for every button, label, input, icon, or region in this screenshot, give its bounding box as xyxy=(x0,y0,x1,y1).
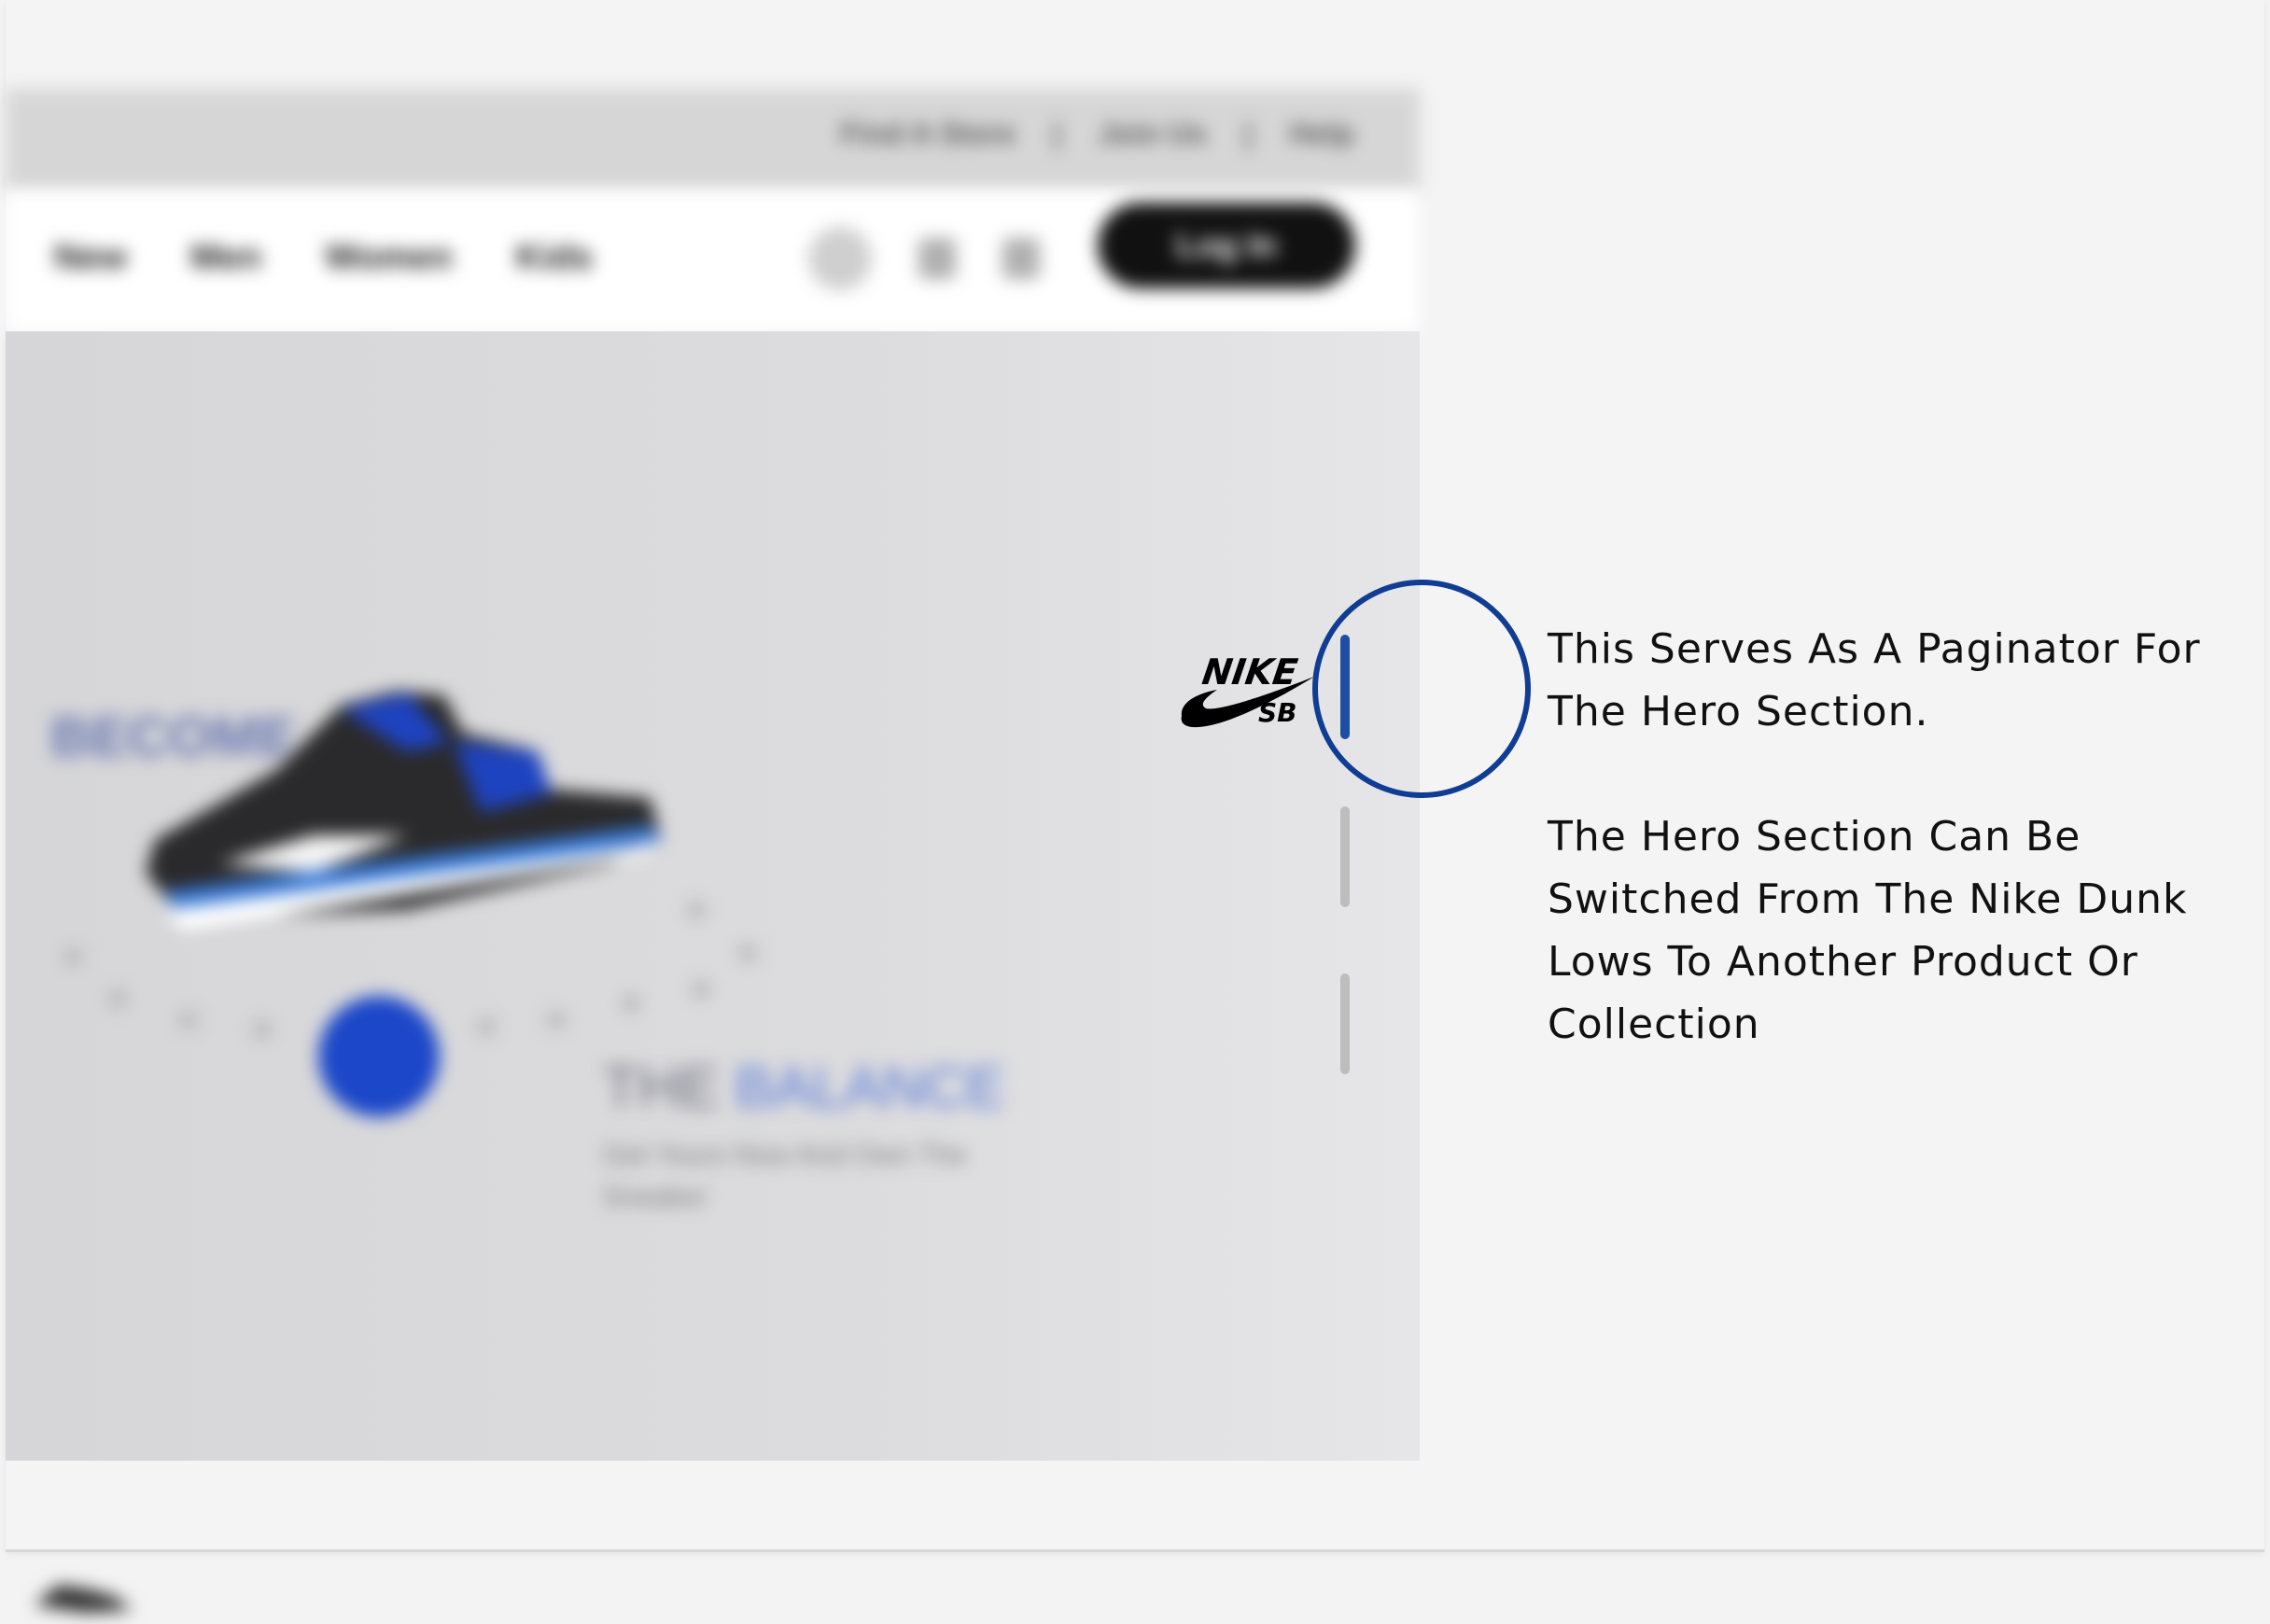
help-link[interactable]: Help xyxy=(1290,117,1354,151)
hero-subtitle: Get Yours Now And Own The Sneaker xyxy=(603,1140,967,1212)
nav-links: New Men Women Kids xyxy=(54,238,593,278)
nav-new[interactable]: New xyxy=(54,238,127,278)
nav-men[interactable]: Men xyxy=(190,238,261,278)
paginator-page-3[interactable] xyxy=(1340,973,1350,1074)
separator: | xyxy=(1053,117,1062,150)
website-mockup: Find A Store | Join Us | Help New Men Wo… xyxy=(6,89,1420,1613)
annotation-text: This Serves As A Paginator For The Hero … xyxy=(1548,618,2238,1056)
nav-kids[interactable]: Kids xyxy=(516,238,593,278)
svg-text:NIKE: NIKE xyxy=(1199,652,1299,693)
nav-icons xyxy=(808,227,1040,290)
heart-icon[interactable] xyxy=(1002,238,1040,279)
utility-links: Find A Store | Join Us | Help xyxy=(840,117,1354,151)
hero-section: BECOME THE BALANCE Get Yours Now And Own… xyxy=(6,331,1420,1613)
bag-icon[interactable] xyxy=(918,238,956,279)
annotation-switch-note: The Hero Section Can Be Switched From Th… xyxy=(1548,813,2188,1048)
sneaker-image xyxy=(146,691,664,931)
utility-bar: Find A Store | Join Us | Help xyxy=(6,89,1420,191)
login-button[interactable]: Log In xyxy=(1098,203,1355,288)
join-us-link[interactable]: Join Us xyxy=(1099,117,1207,151)
add-to-cart-button[interactable] xyxy=(318,996,440,1117)
search-icon[interactable] xyxy=(808,227,872,290)
hero-balance-title: THE BALANCE xyxy=(603,1056,1005,1120)
annotation-paginator-note: This Serves As A Paginator For The Hero … xyxy=(1548,625,2201,735)
paginator-highlight-circle xyxy=(1312,580,1531,798)
nike-swoosh-icon: NIKE SB xyxy=(1181,652,1314,728)
find-store-link[interactable]: Find A Store xyxy=(840,117,1016,151)
mini-logo-icon xyxy=(35,1585,133,1613)
paginator-page-2[interactable] xyxy=(1340,806,1350,907)
nike-sb-logo: NIKE SB xyxy=(1178,649,1318,733)
separator: | xyxy=(1243,117,1253,150)
nav-women[interactable]: Women xyxy=(325,238,453,278)
